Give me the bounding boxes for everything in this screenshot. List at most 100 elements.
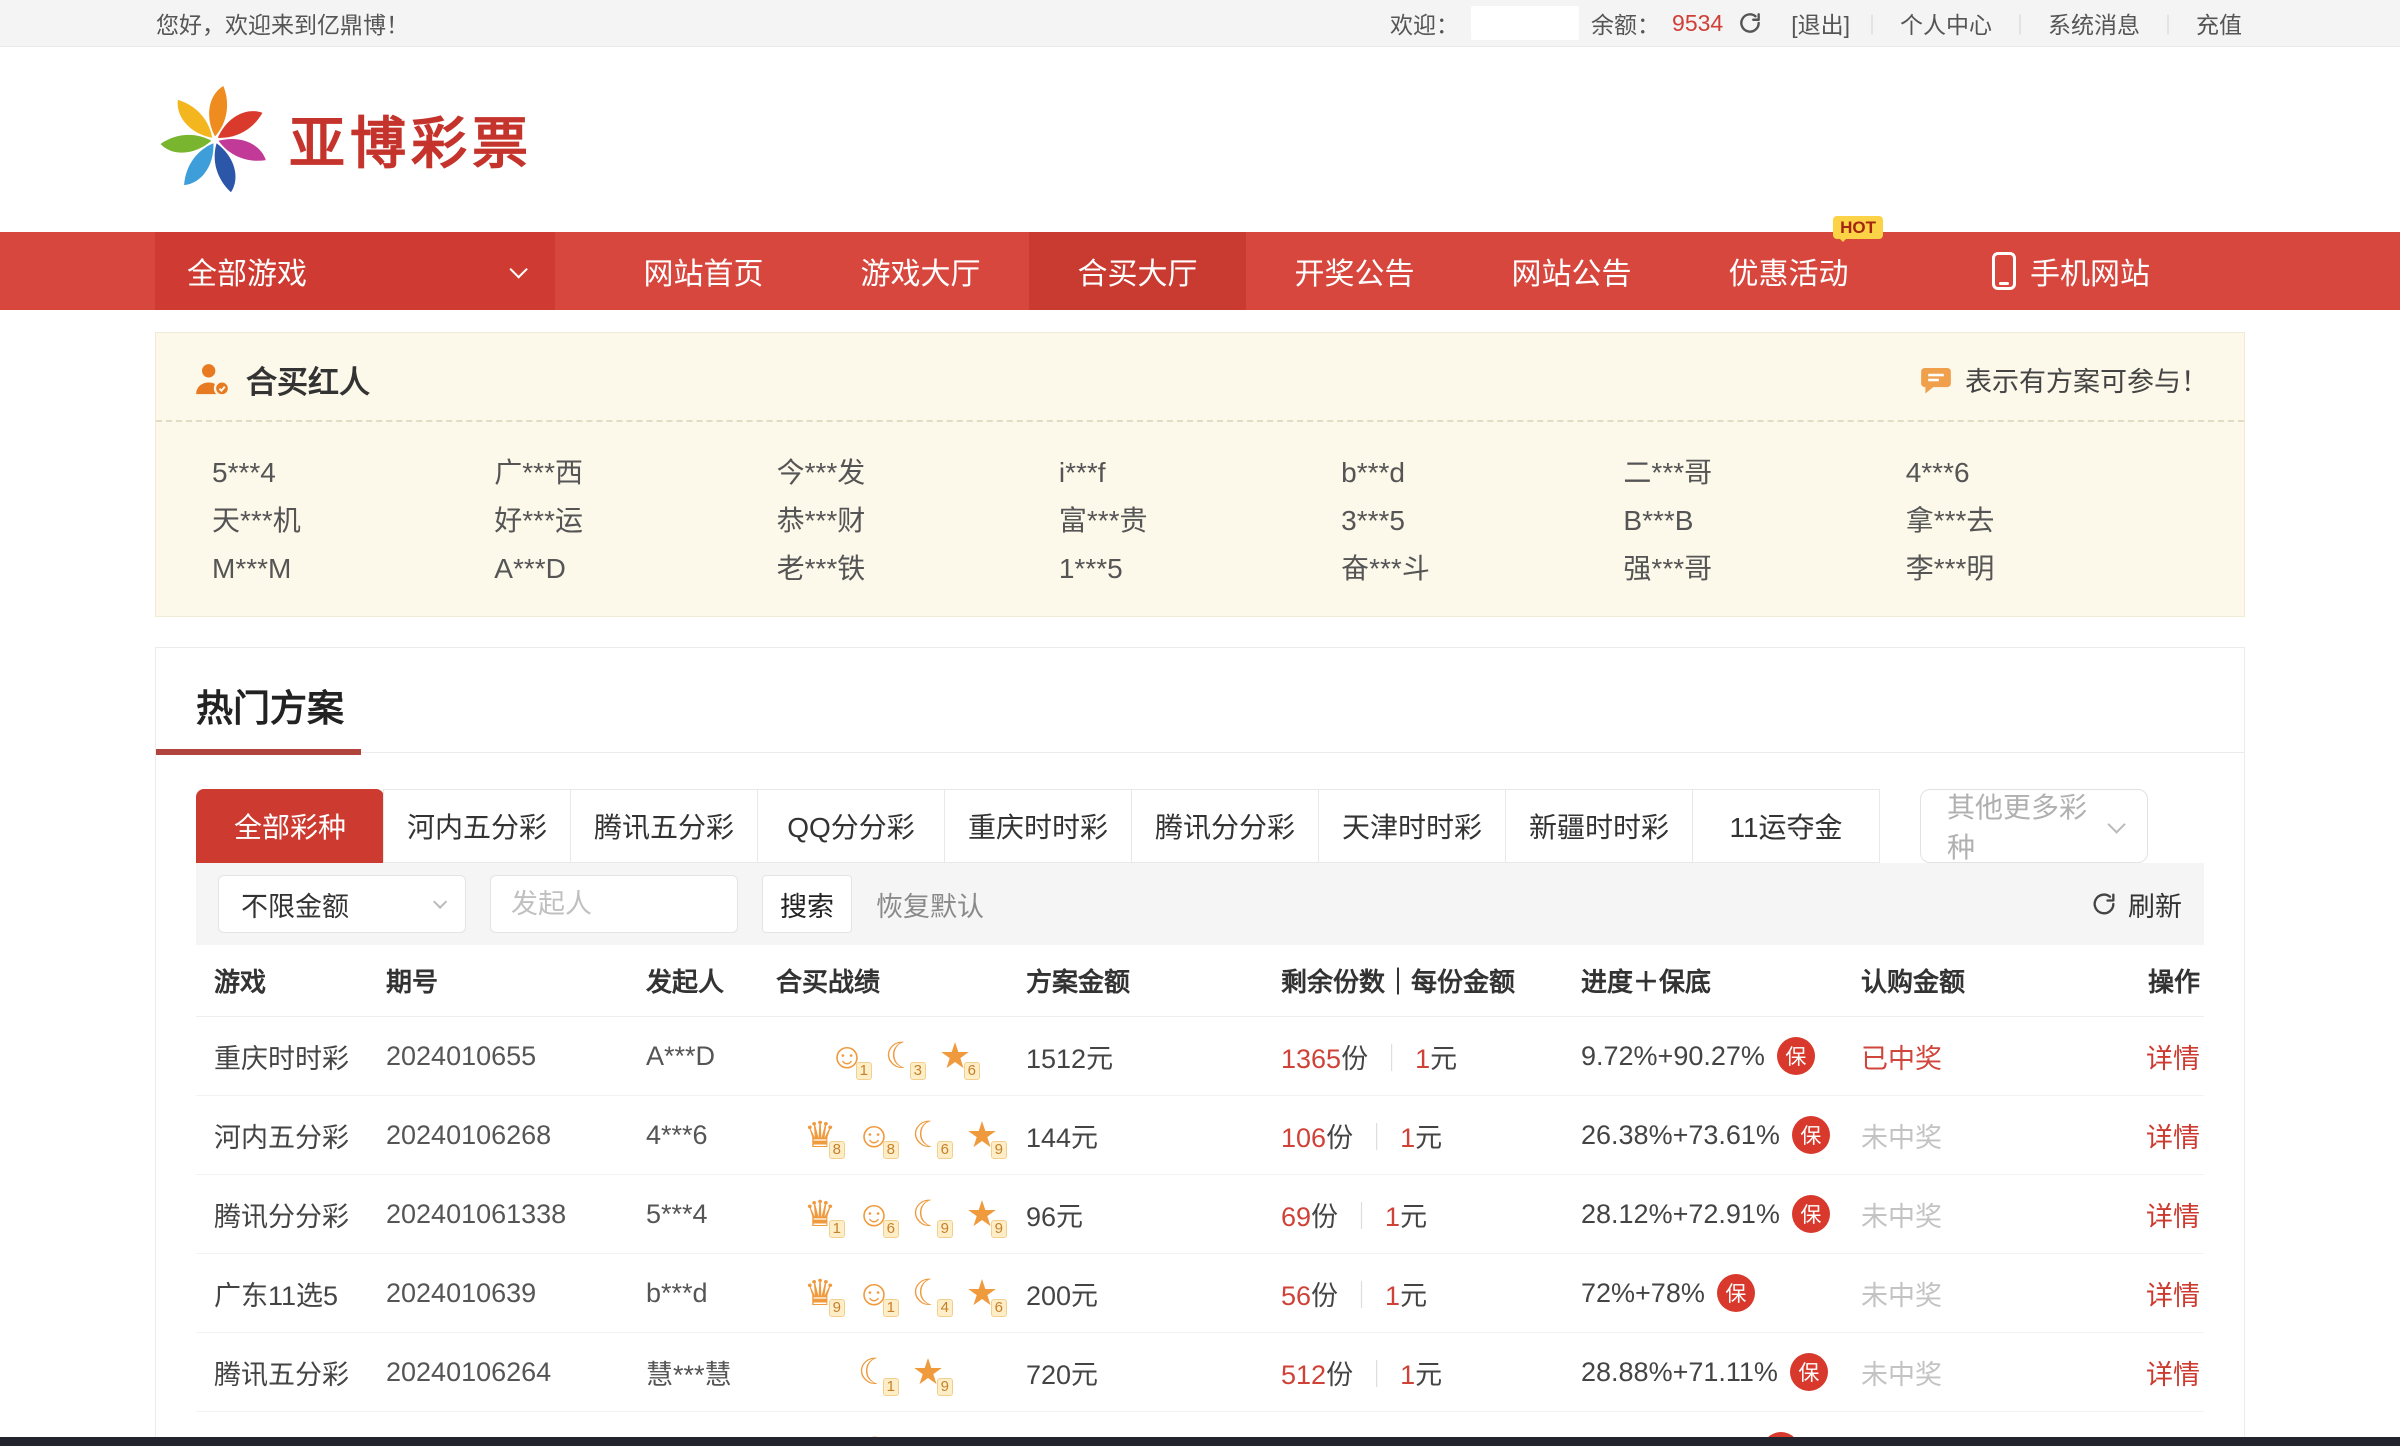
progress-value: 9.72%+90.27%	[1581, 1041, 1765, 1072]
cell-status: 已中奖	[1861, 1037, 2091, 1076]
badge-count: 3	[910, 1062, 926, 1080]
username-box[interactable]	[1471, 6, 1579, 40]
shares-value: 1365份	[1281, 1037, 1368, 1076]
nav-item-mobile-site[interactable]: 手机网站	[1992, 232, 2150, 310]
star-icon: ★9	[960, 1115, 1004, 1155]
more-lotteries-dropdown[interactable]: 其他更多彩种	[1920, 789, 2148, 863]
nav-item-label: 优惠活动	[1729, 249, 1849, 293]
hot-user-name[interactable]: A***D	[494, 550, 776, 588]
table-header: 游戏期号发起人合买战绩方案金额剩余份数｜每份金额进度＋保底认购金额操作	[196, 945, 2204, 1017]
per-share-value: 1元	[1385, 1274, 1427, 1313]
detail-link[interactable]: 详情	[2146, 1353, 2204, 1392]
hot-user-name[interactable]: 二***哥	[1623, 454, 1905, 492]
lottery-tab[interactable]: 重庆时时彩	[944, 789, 1132, 863]
cell-shares: 512份｜1元	[1281, 1353, 1581, 1392]
nav-item[interactable]: 网站首页	[595, 232, 812, 310]
lottery-tab[interactable]: 11运夺金	[1692, 789, 1880, 863]
cell-achievements: ☾1★9	[776, 1352, 1026, 1392]
chevron-down-icon	[433, 895, 447, 909]
hot-user-name[interactable]: 5***4	[212, 454, 494, 492]
hot-user-name[interactable]: 富***贵	[1059, 502, 1341, 540]
lottery-tab[interactable]: 腾讯分分彩	[1131, 789, 1319, 863]
cell-plan-amount: 96元	[1026, 1195, 1281, 1234]
cell-shares: 56份｜1元	[1281, 1274, 1581, 1313]
lottery-tab[interactable]: QQ分分彩	[757, 789, 945, 863]
hot-user-name[interactable]: 4***6	[1906, 454, 2188, 492]
moon-icon: ☾4	[906, 1273, 950, 1313]
detail-link[interactable]: 详情	[2146, 1037, 2204, 1076]
refresh-balance-icon[interactable]	[1737, 10, 1763, 36]
topbar-link[interactable]: 个人中心	[1900, 6, 1992, 40]
sponsor-search-input[interactable]	[490, 875, 738, 933]
nav-item[interactable]: 优惠活动HOT	[1680, 232, 1897, 310]
hot-user-name[interactable]: 老***铁	[777, 550, 1059, 588]
nav-item[interactable]: 网站公告	[1463, 232, 1680, 310]
guarantee-badge: 保	[1777, 1037, 1815, 1075]
refresh-button[interactable]: 刷新	[2090, 885, 2182, 924]
chevron-down-icon	[2108, 815, 2126, 833]
amount-filter-select[interactable]: 不限金额	[218, 875, 466, 933]
lottery-tab[interactable]: 全部彩种	[196, 789, 384, 863]
table-header-cell: 合买战绩	[776, 962, 1026, 999]
site-logo-text: 亚博彩票	[289, 99, 533, 180]
cell-issue: 202401061338	[386, 1199, 646, 1230]
hot-user-name[interactable]: 3***5	[1341, 502, 1623, 540]
plans-panel: 热门方案 全部彩种河内五分彩腾讯五分彩QQ分分彩重庆时时彩腾讯分分彩天津时时彩新…	[155, 647, 2245, 1446]
shares-separator: ｜	[1348, 1274, 1375, 1313]
topbar-link[interactable]: 系统消息	[2048, 6, 2140, 40]
lottery-tab[interactable]: 河内五分彩	[383, 789, 571, 863]
greeting-text: 您好，欢迎来到亿鼎博！	[156, 6, 409, 40]
hot-user-name[interactable]: 奋***斗	[1341, 550, 1623, 588]
hot-user-name[interactable]: i***f	[1059, 454, 1341, 492]
nav-item[interactable]: 游戏大厅	[812, 232, 1029, 310]
logout-link[interactable]: [退出]	[1791, 6, 1850, 40]
cell-progress: 9.72%+90.27% 保	[1581, 1037, 1861, 1075]
hot-user-name[interactable]: 李***明	[1906, 550, 2188, 588]
nav-item[interactable]: 开奖公告	[1246, 232, 1463, 310]
cell-achievements: ♛9☺1☾4★6	[776, 1273, 1026, 1313]
page: 您好，欢迎来到亿鼎博！ 欢迎： 余额： 9534 [退出] ｜个人中心｜系统消息…	[0, 0, 2400, 1446]
badge-count: 8	[883, 1141, 899, 1159]
all-games-menu[interactable]: 全部游戏	[155, 232, 555, 310]
badge-count: 4	[937, 1299, 953, 1317]
table-row: 重庆时时彩2024010655A***D☺1☾3★61512元1365份｜1元9…	[196, 1017, 2204, 1096]
table-header-cell: 操作	[2148, 962, 2204, 999]
cell-plan-amount: 1512元	[1026, 1037, 1281, 1076]
lottery-tab[interactable]: 天津时时彩	[1318, 789, 1506, 863]
face-icon: ☺1	[852, 1273, 896, 1313]
hot-user-name[interactable]: M***M	[212, 550, 494, 588]
cell-issue: 20240106264	[386, 1357, 646, 1388]
badge-count: 6	[883, 1220, 899, 1238]
detail-link[interactable]: 详情	[2146, 1195, 2204, 1234]
reset-default-link[interactable]: 恢复默认	[876, 885, 984, 924]
search-button[interactable]: 搜索	[762, 875, 852, 933]
hot-user-name[interactable]: 强***哥	[1623, 550, 1905, 588]
hot-user-name[interactable]: b***d	[1341, 454, 1623, 492]
moon-icon: ☾6	[906, 1115, 950, 1155]
hot-user-name[interactable]: B***B	[1623, 502, 1905, 540]
nav-item-label: 开奖公告	[1295, 249, 1415, 293]
hot-user-name[interactable]: 1***5	[1059, 550, 1341, 588]
table-body: 重庆时时彩2024010655A***D☺1☾3★61512元1365份｜1元9…	[196, 1017, 2204, 1446]
nav-item[interactable]: 合买大厅	[1029, 232, 1246, 310]
detail-link[interactable]: 详情	[2146, 1274, 2204, 1313]
cell-sponsor: A***D	[646, 1041, 776, 1072]
hot-user-name[interactable]: 拿***去	[1906, 502, 2188, 540]
lottery-tab[interactable]: 腾讯五分彩	[570, 789, 758, 863]
hot-user-name[interactable]: 广***西	[494, 454, 776, 492]
cell-achievements: ♛1☺6☾9★9	[776, 1194, 1026, 1234]
guarantee-badge: 保	[1717, 1274, 1755, 1312]
hot-user-name[interactable]: 今***发	[777, 454, 1059, 492]
table-header-cell: 认购金额	[1861, 962, 2091, 999]
star-icon: ★9	[960, 1194, 1004, 1234]
table-row: 腾讯分分彩2024010613385***4♛1☺6☾9★996元69份｜1元2…	[196, 1175, 2204, 1254]
cell-shares: 69份｜1元	[1281, 1195, 1581, 1234]
lottery-tab[interactable]: 新疆时时彩	[1505, 789, 1693, 863]
hot-user-name[interactable]: 天***机	[212, 502, 494, 540]
cell-issue: 2024010639	[386, 1278, 646, 1309]
refresh-label: 刷新	[2128, 885, 2182, 924]
detail-link[interactable]: 详情	[2146, 1116, 2204, 1155]
hot-user-name[interactable]: 好***运	[494, 502, 776, 540]
hot-user-name[interactable]: 恭***财	[777, 502, 1059, 540]
topbar-link[interactable]: 充值	[2196, 6, 2242, 40]
